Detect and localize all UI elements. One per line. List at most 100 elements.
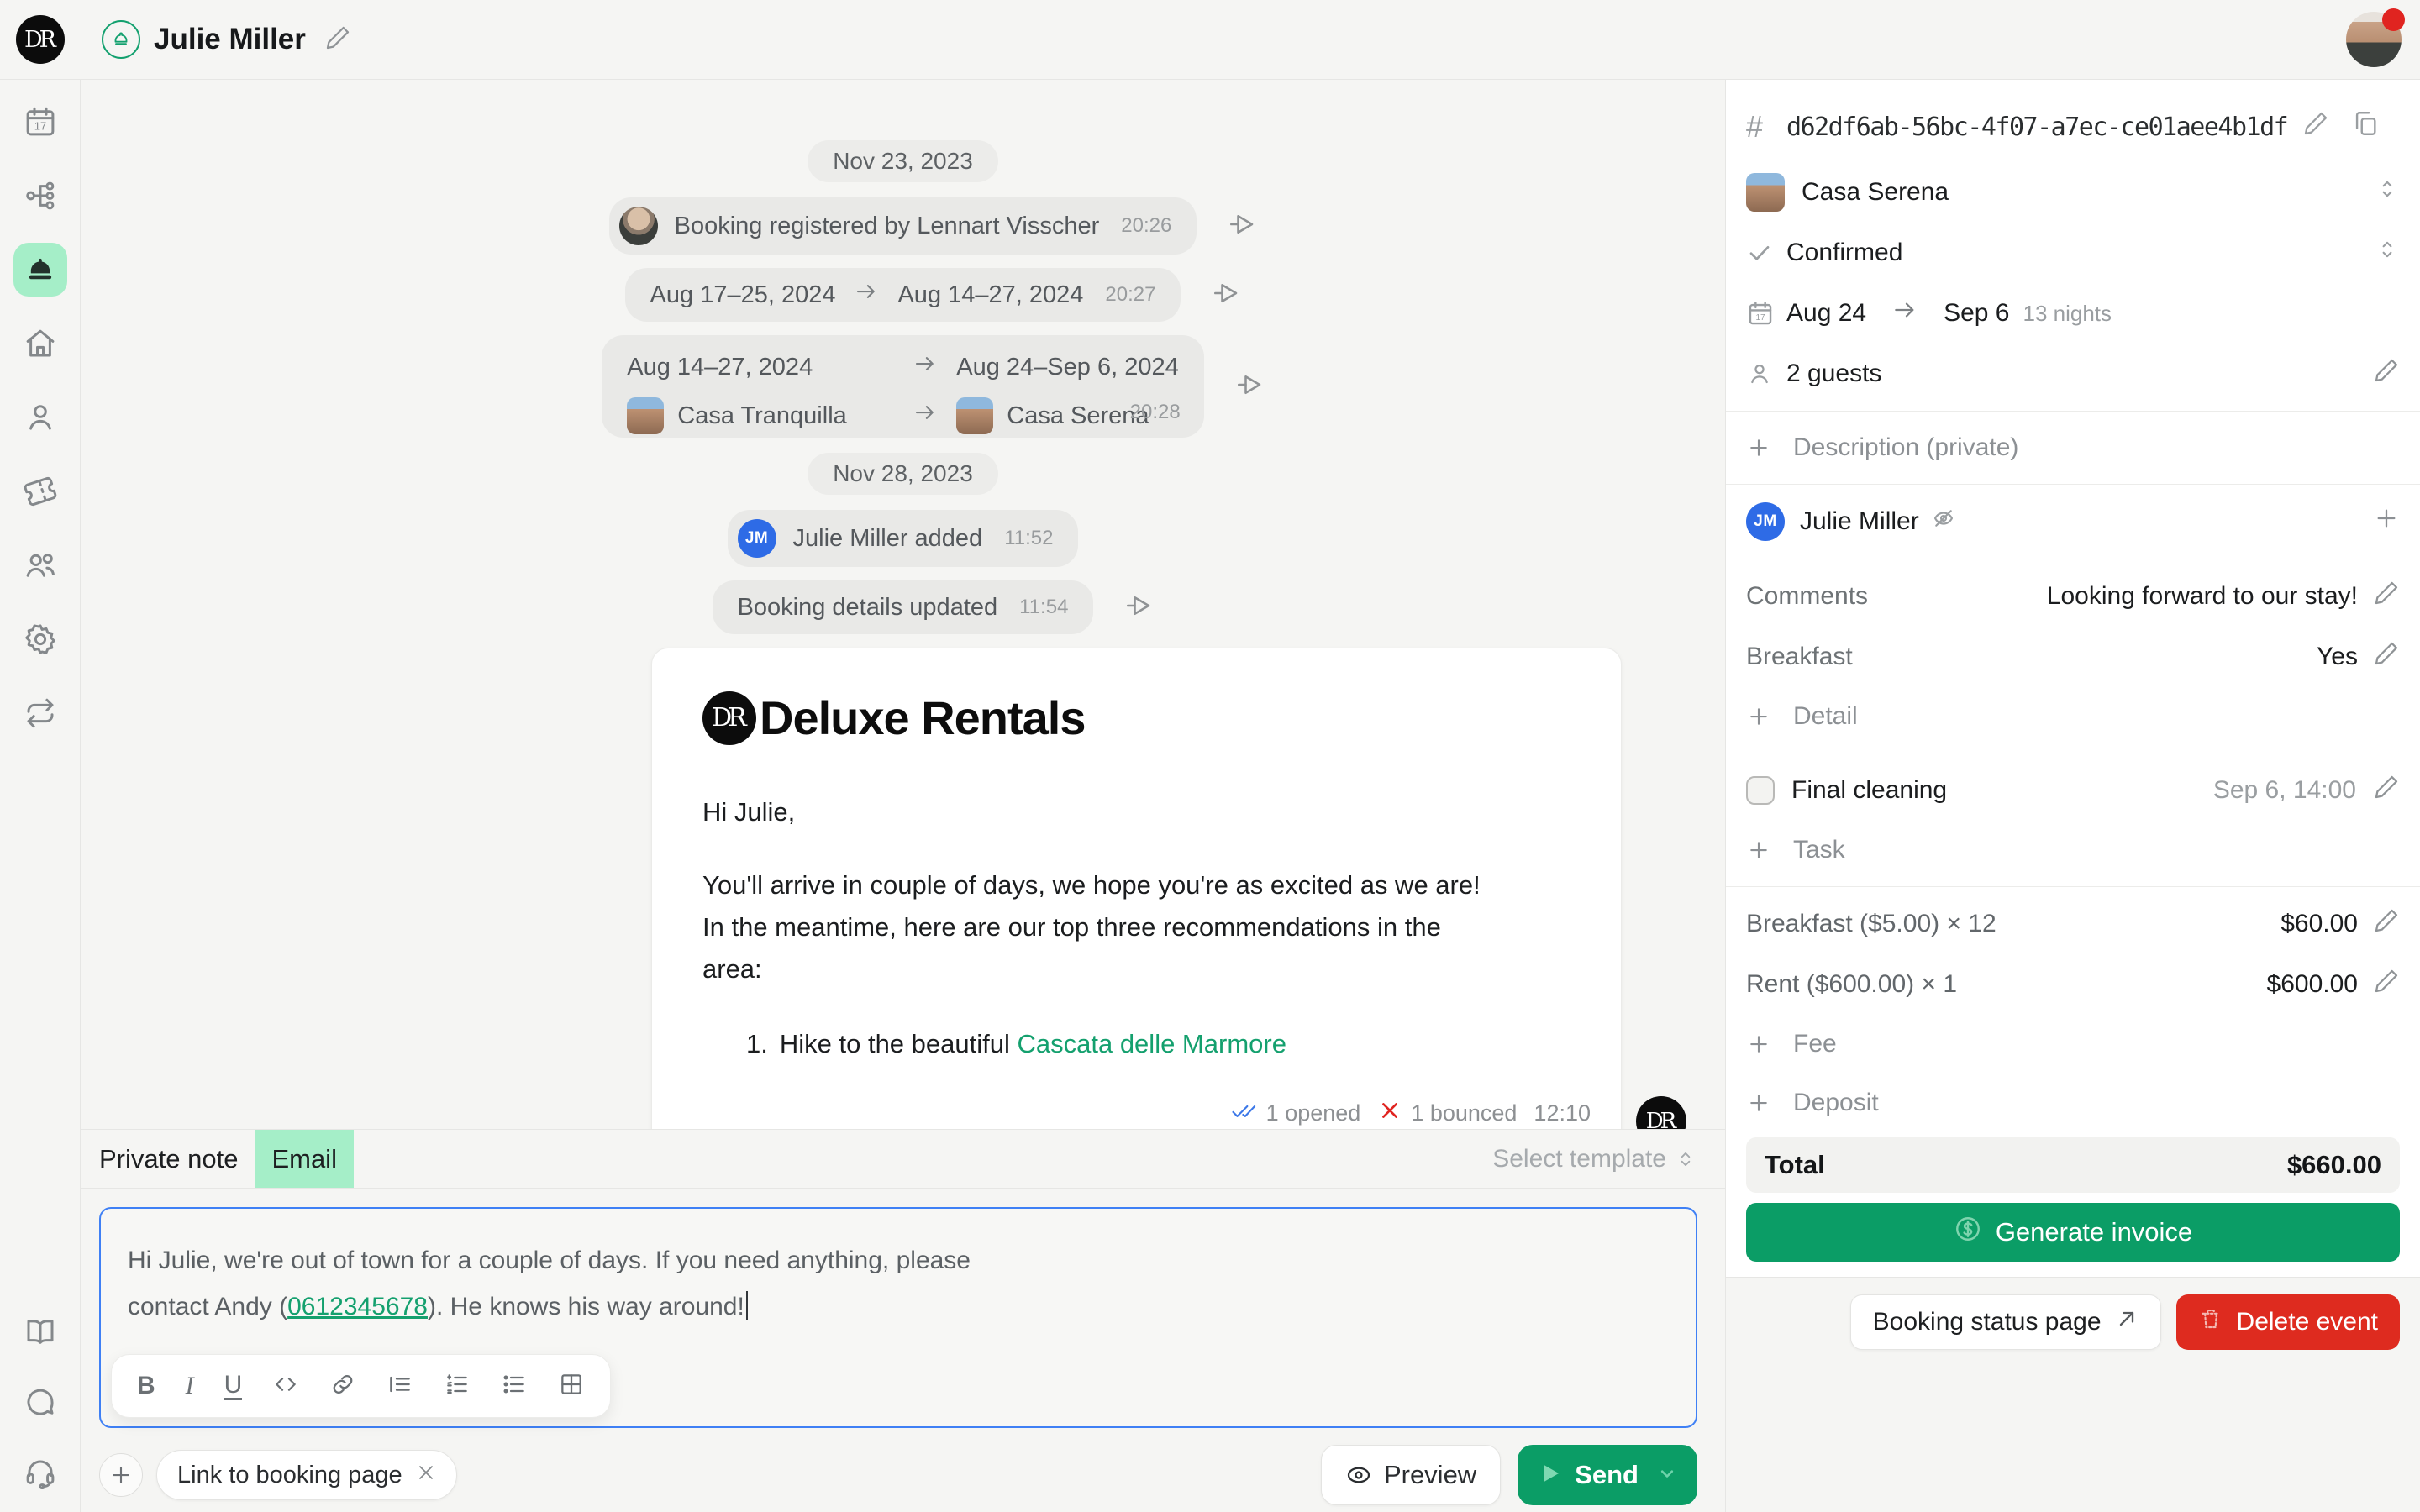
booking-page-link-chip[interactable]: Link to booking page — [156, 1450, 457, 1500]
task-checkbox[interactable] — [1746, 776, 1775, 805]
message-input[interactable]: Hi Julie, we're out of town for a couple… — [99, 1207, 1697, 1428]
italic-button[interactable]: I — [186, 1372, 194, 1400]
nav-rail: 17 — [0, 80, 81, 1512]
breakfast-field-row: Breakfast Yes — [1746, 627, 2400, 687]
edit-fee-icon[interactable] — [2373, 968, 2400, 1001]
email-greeting: Hi Julie, — [702, 797, 1570, 827]
event-row-dates-changed-1: Aug 17–25, 2024 Aug 14–27, 2024 20:27 — [81, 268, 1725, 322]
composer-tabs: Private note Email Select template — [81, 1130, 1725, 1189]
compose-line-1: Hi Julie, we're out of town for a couple… — [128, 1237, 1669, 1284]
edit-fee-icon[interactable] — [2373, 907, 2400, 941]
property-selector-row[interactable]: Casa Serena — [1746, 162, 2400, 223]
bullet-list-button[interactable] — [501, 1371, 528, 1402]
list-text: Hike to the beautiful — [780, 1029, 1018, 1058]
add-task-label: Task — [1793, 836, 1845, 864]
event-bubble: JM Julie Miller added 11:52 — [728, 510, 1079, 567]
forward-event-icon[interactable] — [1123, 591, 1154, 625]
svg-text:17: 17 — [34, 120, 46, 133]
nav-properties-icon[interactable] — [13, 317, 67, 370]
nav-team-icon[interactable] — [13, 538, 67, 592]
nav-bookings-icon[interactable] — [13, 243, 67, 297]
email-link[interactable]: Cascata delle Marmore — [1017, 1029, 1286, 1058]
plus-icon — [1746, 837, 1771, 863]
nav-guests-icon[interactable] — [13, 391, 67, 444]
blockquote-button[interactable] — [387, 1371, 413, 1402]
table-button[interactable] — [558, 1371, 585, 1402]
nav-support-icon[interactable] — [13, 1446, 67, 1500]
user-avatar[interactable] — [2346, 12, 2402, 67]
phone-link[interactable]: 0612345678 — [287, 1293, 428, 1320]
add-fee-label: Fee — [1793, 1030, 1837, 1058]
event-text: Booking details updated — [738, 594, 998, 622]
formatting-toolbar: B I U — [111, 1354, 611, 1418]
send-options-chevron-icon[interactable] — [1655, 1462, 1679, 1489]
nav-tickets-icon[interactable] — [13, 465, 67, 518]
nav-settings-icon[interactable] — [13, 612, 67, 666]
add-attachment-button[interactable] — [99, 1453, 143, 1497]
forward-event-icon[interactable] — [1234, 370, 1265, 404]
dollar-coin-icon — [1954, 1215, 1982, 1250]
status-selector-row[interactable]: Confirmed — [1746, 223, 2400, 283]
event-row-dates-property-changed: Aug 14–27, 2024 Aug 24–Sep 6, 2024 Casa … — [81, 335, 1725, 438]
email-message: DR Deluxe Rentals Hi Julie, You'll arriv… — [651, 648, 1622, 1129]
generate-invoice-button[interactable]: Generate invoice — [1746, 1203, 2400, 1262]
booking-bell-badge-icon — [102, 20, 140, 59]
text-caret — [746, 1291, 749, 1320]
forward-event-icon[interactable] — [1227, 209, 1257, 244]
details-footer: Booking status page Delete event — [1726, 1277, 2420, 1512]
booking-status-page-button[interactable]: Booking status page — [1850, 1294, 2161, 1350]
email-card: DR Deluxe Rentals Hi Julie, You'll arriv… — [651, 648, 1622, 1129]
staff-avatar — [619, 207, 658, 245]
nav-automation-icon[interactable] — [13, 169, 67, 223]
bold-button[interactable]: B — [137, 1372, 155, 1400]
new-property: Casa Serena — [1007, 402, 1149, 430]
add-detail-button[interactable]: Detail — [1746, 687, 2400, 746]
underline-button[interactable]: U — [224, 1373, 243, 1400]
nav-channel-sync-icon[interactable] — [13, 686, 67, 740]
trash-icon — [2198, 1306, 2223, 1338]
remove-chip-icon[interactable] — [416, 1462, 436, 1489]
code-button[interactable] — [272, 1371, 299, 1402]
add-deposit-button[interactable]: Deposit — [1746, 1074, 2400, 1132]
add-fee-button[interactable]: Fee — [1746, 1015, 2400, 1074]
delete-event-button[interactable]: Delete event — [2176, 1294, 2400, 1350]
comments-field-row: Comments Looking forward to our stay! — [1746, 566, 2400, 627]
app-logo[interactable]: DR — [16, 15, 65, 64]
nav-calendar-icon[interactable]: 17 — [13, 95, 67, 149]
event-bubble: Aug 14–27, 2024 Aug 24–Sep 6, 2024 Casa … — [602, 335, 1203, 438]
edit-guests-icon[interactable] — [2373, 357, 2400, 391]
edit-guest-name-icon[interactable] — [324, 24, 351, 55]
plus-icon — [1746, 1090, 1771, 1116]
new-dates: Aug 24–Sep 6, 2024 — [956, 354, 1178, 381]
copy-booking-id-icon[interactable] — [2351, 109, 2380, 144]
send-button[interactable]: Send — [1518, 1445, 1697, 1505]
comments-label: Comments — [1746, 582, 1868, 611]
add-description-button[interactable]: Description (private) — [1746, 418, 2400, 477]
edit-booking-id-icon[interactable] — [2302, 110, 2329, 144]
guest-avatar: JM — [1746, 502, 1785, 541]
ordered-list-button[interactable] — [444, 1371, 471, 1402]
edit-comments-icon[interactable] — [2373, 580, 2400, 613]
forward-event-icon[interactable] — [1211, 278, 1241, 312]
edit-breakfast-icon[interactable] — [2373, 640, 2400, 674]
tab-email[interactable]: Email — [255, 1130, 354, 1188]
link-button[interactable] — [329, 1371, 356, 1402]
nav-rail-bottom — [0, 1289, 80, 1500]
incognito-eye-off-icon[interactable] — [1931, 506, 1956, 538]
select-template-dropdown[interactable]: Select template — [1492, 1145, 1697, 1173]
nav-feedback-icon[interactable] — [13, 1376, 67, 1430]
calendar-icon: 17 — [1746, 299, 1786, 328]
external-link-icon — [2115, 1307, 2139, 1337]
event-bubble: Booking details updated 11:54 — [713, 580, 1094, 634]
edit-task-icon[interactable] — [2373, 774, 2400, 807]
old-dates: Aug 17–25, 2024 — [650, 281, 836, 309]
nav-docs-icon[interactable] — [13, 1305, 67, 1359]
tab-private-note[interactable]: Private note — [81, 1130, 255, 1188]
add-task-button[interactable]: Task — [1746, 821, 2400, 879]
add-guest-icon[interactable] — [2373, 505, 2400, 538]
preview-button[interactable]: Preview — [1321, 1445, 1501, 1505]
sender-avatar: DR — [1636, 1096, 1686, 1129]
booking-status-page-label: Booking status page — [1873, 1308, 2102, 1336]
eye-icon — [1345, 1462, 1372, 1488]
dates-row[interactable]: 17 Aug 24 Sep 6 13 nights — [1746, 283, 2400, 344]
